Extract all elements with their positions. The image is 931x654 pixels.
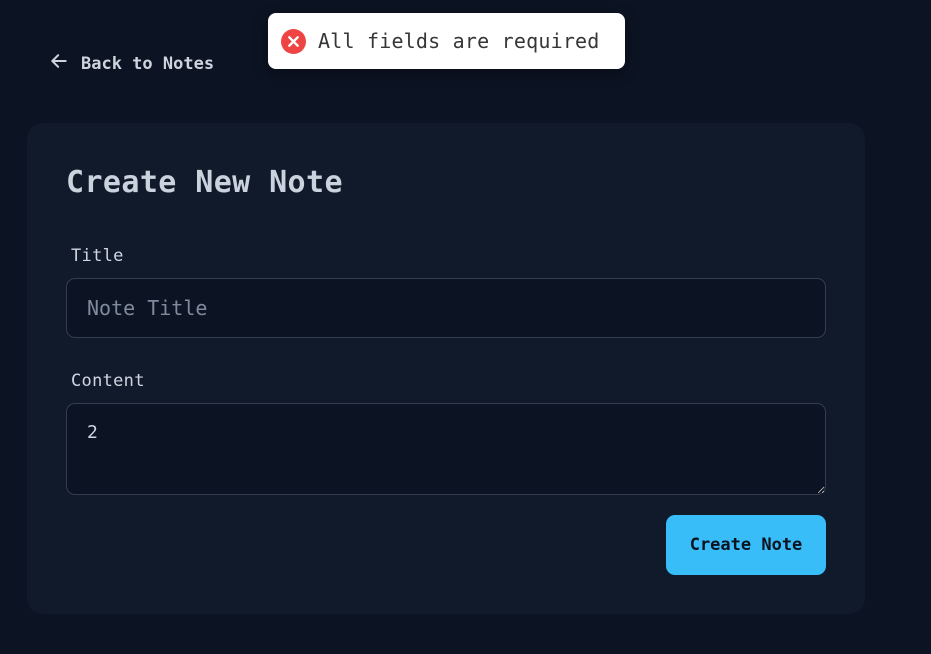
toast-message: All fields are required [318, 29, 600, 53]
content-label: Content [71, 371, 145, 391]
back-to-notes-link[interactable]: Back to Notes [49, 51, 214, 76]
title-label: Title [71, 246, 124, 266]
page-title: Create New Note [66, 165, 343, 200]
title-input[interactable] [66, 278, 826, 338]
create-note-card: Create New Note Title Content 2 Create N… [27, 123, 865, 614]
create-note-button[interactable]: Create Note [666, 515, 826, 575]
error-toast: All fields are required [268, 13, 625, 69]
arrow-left-icon [49, 51, 69, 76]
error-circle-icon [281, 28, 306, 54]
content-textarea[interactable]: 2 [66, 403, 826, 495]
create-note-page: Back to Notes All fields are required Cr… [0, 0, 931, 654]
back-link-label: Back to Notes [81, 53, 215, 74]
